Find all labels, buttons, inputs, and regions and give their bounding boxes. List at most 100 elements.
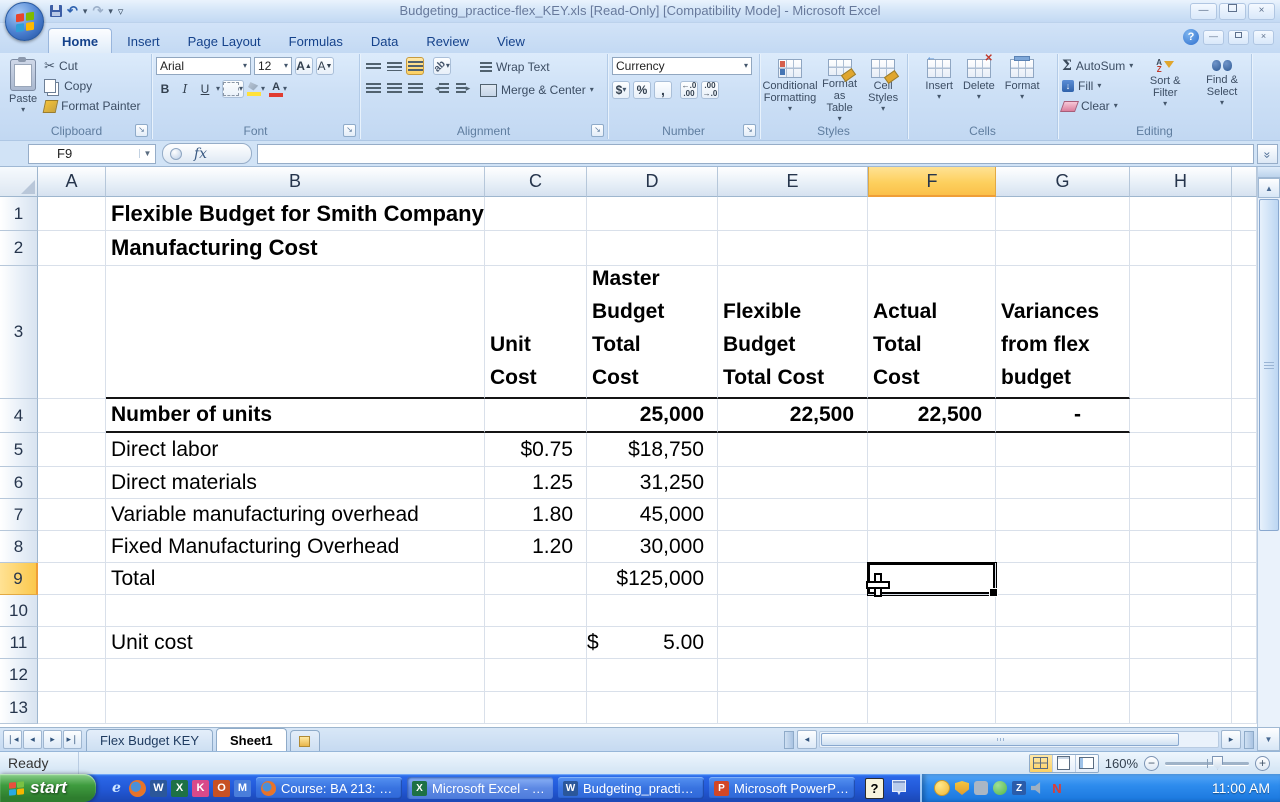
- name-box[interactable]: F9 ▼: [28, 144, 156, 164]
- cell-B8[interactable]: Fixed Manufacturing Overhead: [106, 531, 485, 563]
- column-header-G[interactable]: G: [996, 167, 1130, 197]
- next-sheet-icon[interactable]: ▸: [43, 730, 62, 749]
- increase-decimal-button[interactable]: ←.0.00: [680, 81, 698, 99]
- align-top-button[interactable]: [364, 57, 382, 75]
- cell-H8[interactable]: [1130, 531, 1232, 563]
- cell-F3[interactable]: Actual Total Cost: [868, 266, 996, 399]
- cell-G12[interactable]: [996, 659, 1130, 692]
- cell-I7[interactable]: [1232, 499, 1257, 531]
- cell-H3[interactable]: [1130, 266, 1232, 399]
- outlook-icon[interactable]: O: [213, 780, 230, 797]
- cell-D10[interactable]: [587, 595, 718, 627]
- cell-D7[interactable]: 45,000: [587, 499, 718, 531]
- cell-A13[interactable]: [38, 692, 106, 724]
- cell-A3[interactable]: [38, 266, 106, 399]
- cell-E12[interactable]: [718, 659, 868, 692]
- align-middle-button[interactable]: [385, 57, 403, 75]
- cell-A2[interactable]: [38, 231, 106, 266]
- conditional-formatting-button[interactable]: Conditional Formatting▾: [764, 57, 816, 124]
- vertical-scroll-thumb[interactable]: [1259, 199, 1279, 531]
- cell-D3[interactable]: Master Budget Total Cost: [587, 266, 718, 399]
- zoom-slider-thumb[interactable]: [1212, 756, 1223, 770]
- cell-G11[interactable]: [996, 627, 1130, 659]
- cell-I5[interactable]: [1232, 433, 1257, 467]
- cell-C7[interactable]: 1.80: [485, 499, 587, 531]
- cell-A9[interactable]: [38, 563, 106, 595]
- align-right-button[interactable]: [406, 79, 424, 97]
- cell-B4[interactable]: Number of units: [106, 399, 485, 433]
- cell-A6[interactable]: [38, 467, 106, 499]
- fill-button[interactable]: ↓Fill▾: [1062, 77, 1133, 95]
- messenger-icon[interactable]: [934, 780, 950, 796]
- row-header-2[interactable]: 2: [0, 231, 38, 266]
- task-button-firefox[interactable]: Course: BA 213: Man...: [256, 777, 402, 799]
- cell-F12[interactable]: [868, 659, 996, 692]
- column-header-H[interactable]: H: [1130, 167, 1232, 197]
- align-center-button[interactable]: [385, 79, 403, 97]
- excel-icon[interactable]: X: [171, 780, 188, 797]
- cell-H12[interactable]: [1130, 659, 1232, 692]
- cell-I13[interactable]: [1232, 692, 1257, 724]
- format-as-table-button[interactable]: Format as Table▾: [818, 57, 861, 124]
- cell-B10[interactable]: [106, 595, 485, 627]
- first-sheet-icon[interactable]: ❘◂: [3, 730, 22, 749]
- merge-center-button[interactable]: Merge & Center▾: [480, 81, 594, 99]
- help-icon[interactable]: ?: [1183, 29, 1199, 45]
- cell-I4[interactable]: [1232, 399, 1257, 433]
- row-header-7[interactable]: 7: [0, 499, 38, 531]
- cell-F7[interactable]: [868, 499, 996, 531]
- mail-icon[interactable]: M: [234, 780, 251, 797]
- cell-E2[interactable]: [718, 231, 868, 266]
- office-button[interactable]: [5, 2, 44, 41]
- cell-G3[interactable]: Variances from flex budget: [996, 266, 1130, 399]
- firefox-icon[interactable]: [129, 780, 146, 797]
- help-question-icon[interactable]: ?: [865, 778, 884, 799]
- cell-B13[interactable]: [106, 692, 485, 724]
- workbook-minimize-button[interactable]: —: [1203, 30, 1224, 45]
- cell-F10[interactable]: [868, 595, 996, 627]
- autosum-button[interactable]: ΣAutoSum▾: [1062, 57, 1133, 75]
- row-header-4[interactable]: 4: [0, 399, 38, 433]
- cell-H1[interactable]: [1130, 197, 1232, 231]
- cell-C11[interactable]: [485, 627, 587, 659]
- zoom-level[interactable]: 160%: [1105, 756, 1138, 771]
- scroll-right-icon[interactable]: ▸: [1221, 730, 1241, 749]
- insert-function-button[interactable]: fx: [162, 143, 252, 164]
- cell-A8[interactable]: [38, 531, 106, 563]
- row-header-1[interactable]: 1: [0, 197, 38, 231]
- cell-F6[interactable]: [868, 467, 996, 499]
- cell-I1[interactable]: [1232, 197, 1257, 231]
- zoom-slider[interactable]: [1165, 762, 1249, 765]
- cell-C2[interactable]: [485, 231, 587, 266]
- tab-home[interactable]: Home: [48, 28, 112, 53]
- fill-handle[interactable]: [989, 588, 998, 597]
- column-header-E[interactable]: E: [718, 167, 868, 197]
- clipboard-dialog-launcher[interactable]: ↘: [135, 124, 148, 137]
- key-icon[interactable]: [974, 781, 988, 795]
- tab-view[interactable]: View: [484, 29, 538, 53]
- cell-C13[interactable]: [485, 692, 587, 724]
- cell-H10[interactable]: [1130, 595, 1232, 627]
- cell-G6[interactable]: [996, 467, 1130, 499]
- cell-I8[interactable]: [1232, 531, 1257, 563]
- cell-F11[interactable]: [868, 627, 996, 659]
- sort-filter-button[interactable]: AZ Sort & Filter▾: [1139, 57, 1191, 124]
- cell-E1[interactable]: [718, 197, 868, 231]
- cell-D13[interactable]: [587, 692, 718, 724]
- tab-page-layout[interactable]: Page Layout: [175, 29, 274, 53]
- cell-I9[interactable]: [1232, 563, 1257, 595]
- workbook-restore-button[interactable]: [1228, 30, 1249, 45]
- column-header-C[interactable]: C: [485, 167, 587, 197]
- tab-data[interactable]: Data: [358, 29, 411, 53]
- name-box-dropdown-icon[interactable]: ▼: [139, 149, 155, 158]
- paste-button[interactable]: Paste ▾: [6, 57, 40, 115]
- word-icon[interactable]: W: [150, 780, 167, 797]
- column-header-A[interactable]: A: [38, 167, 106, 197]
- sheet-tab-sheet1[interactable]: Sheet1: [216, 728, 287, 751]
- previous-sheet-icon[interactable]: ◂: [23, 730, 42, 749]
- insert-worksheet-button[interactable]: [290, 730, 320, 751]
- grow-font-button[interactable]: A▲: [295, 57, 313, 75]
- cell-G9[interactable]: [996, 563, 1130, 595]
- horizontal-split-handle[interactable]: [1244, 731, 1254, 749]
- maximize-button[interactable]: [1219, 3, 1246, 20]
